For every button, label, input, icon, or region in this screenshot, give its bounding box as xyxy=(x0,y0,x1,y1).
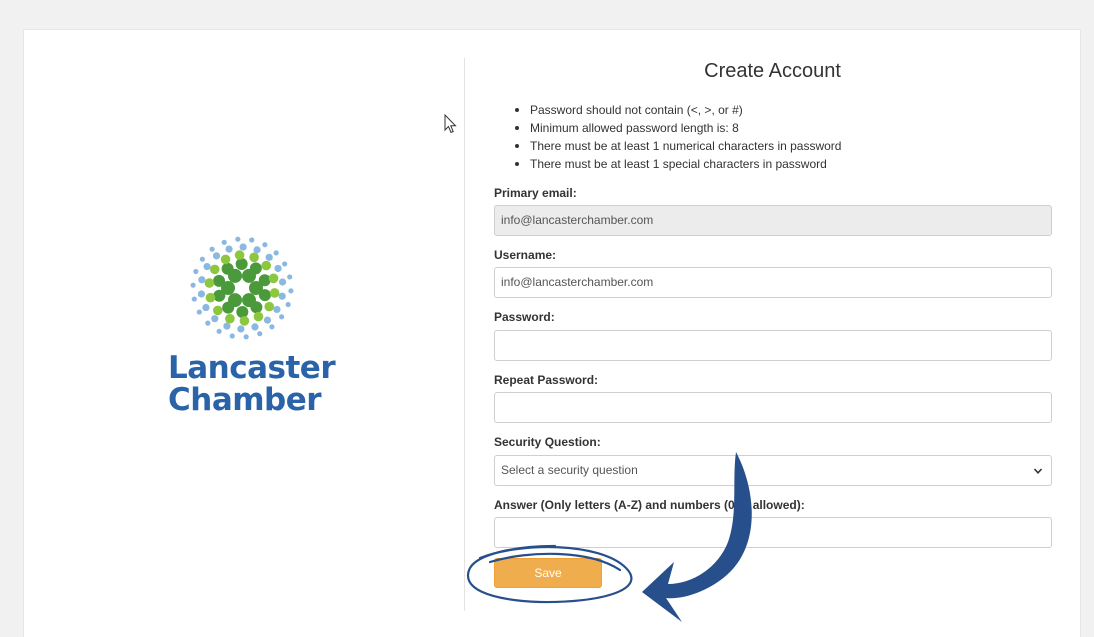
logo-dot xyxy=(205,292,216,303)
logo-dot xyxy=(196,309,202,315)
logo-dot xyxy=(197,290,206,298)
logo-dot xyxy=(212,252,221,260)
logo-dot xyxy=(274,264,282,273)
password-rule: There must be at least 1 special charact… xyxy=(514,155,841,173)
logo-dot xyxy=(222,301,235,314)
logo-dot xyxy=(239,243,247,251)
logo-dot xyxy=(202,303,210,312)
logo-dot xyxy=(269,324,275,330)
logo-dot xyxy=(261,260,272,271)
logo-dot xyxy=(234,250,245,260)
logo-dot xyxy=(278,292,286,300)
logo-dot xyxy=(253,311,264,322)
logo-line-2: Chamber xyxy=(168,382,322,418)
vertical-divider xyxy=(464,58,465,611)
logo-dot xyxy=(213,274,226,287)
page-title: Create Account xyxy=(704,60,841,82)
repeat-password-field[interactable] xyxy=(494,392,1052,423)
logo-dot xyxy=(282,261,288,267)
logo-dot xyxy=(257,331,263,337)
logo-dot xyxy=(216,328,222,334)
password-rule: Minimum allowed password length is: 8 xyxy=(514,119,841,137)
logo-dot xyxy=(249,252,259,263)
logo-dot xyxy=(190,282,196,288)
logo-dot xyxy=(235,236,241,242)
logo-dot xyxy=(288,288,294,294)
answer-field[interactable] xyxy=(494,517,1052,548)
logo-dot xyxy=(250,301,263,314)
logo-dot xyxy=(235,258,248,270)
password-label: Password: xyxy=(494,310,555,324)
logo-dot xyxy=(239,316,250,326)
logo-dot xyxy=(204,278,215,288)
logo-line-1: Lancaster xyxy=(168,350,336,386)
logo-dot xyxy=(193,268,199,275)
username-label: Username: xyxy=(494,248,557,262)
logo-dot xyxy=(264,301,275,312)
logo-dot xyxy=(251,323,259,331)
chevron-down-icon xyxy=(1033,468,1043,474)
logo-dot xyxy=(258,289,271,302)
repeat-password-label: Repeat Password: xyxy=(494,373,599,387)
logo-dot xyxy=(205,320,211,326)
mouse-pointer-icon xyxy=(444,114,457,134)
lancaster-chamber-logo-mark xyxy=(190,236,294,340)
logo-dot xyxy=(225,313,235,324)
logo-dot xyxy=(229,333,235,339)
logo-dot xyxy=(223,322,231,330)
logo-dot xyxy=(278,278,287,286)
logo-dot xyxy=(199,256,205,262)
logo-dot xyxy=(221,262,234,275)
logo-dot xyxy=(285,301,291,308)
logo-dot xyxy=(237,325,245,333)
logo-dot xyxy=(236,306,249,318)
password-rule: There must be at least 1 numerical chara… xyxy=(514,137,841,155)
password-rules-list: Password should not contain (<, >, or #)… xyxy=(514,101,841,173)
primary-email-label: Primary email: xyxy=(494,186,577,200)
logo-dot xyxy=(263,316,272,324)
logo-dot xyxy=(273,305,281,314)
logo-dot xyxy=(221,239,227,245)
logo-dot xyxy=(209,246,215,252)
password-field[interactable] xyxy=(494,330,1052,361)
username-field[interactable]: info@lancasterchamber.com xyxy=(494,267,1052,298)
security-question-label: Security Question: xyxy=(494,435,601,449)
logo-dot xyxy=(249,262,262,275)
primary-email-field: info@lancasterchamber.com xyxy=(494,205,1052,236)
logo-dot xyxy=(268,273,279,284)
logo-dot xyxy=(212,305,223,316)
logo-dot xyxy=(213,289,226,302)
password-rule: Password should not contain (<, >, or #) xyxy=(514,101,841,119)
logo-dot xyxy=(265,253,273,261)
logo-dot xyxy=(243,334,249,340)
logo-dot xyxy=(269,288,280,298)
security-question-select[interactable]: Select a security question xyxy=(494,455,1052,486)
logo-dot xyxy=(273,250,279,256)
logo-dot xyxy=(209,264,220,275)
logo-dot xyxy=(220,254,231,265)
logo-dot xyxy=(191,296,197,302)
logo-dot xyxy=(253,246,261,254)
logo-dot xyxy=(258,274,271,287)
logo-dot xyxy=(211,315,219,323)
logo-dot xyxy=(262,242,268,248)
save-button[interactable]: Save xyxy=(494,558,602,588)
logo-dot xyxy=(287,274,293,280)
logo-dot xyxy=(249,237,255,243)
logo-dot xyxy=(279,314,285,320)
lancaster-chamber-logo-text: Lancaster Chamber xyxy=(168,350,336,418)
logo-dot xyxy=(203,262,211,271)
answer-label: Answer (Only letters (A-Z) and numbers (… xyxy=(494,498,805,512)
logo-dot xyxy=(225,245,233,253)
logo-dot xyxy=(198,276,206,284)
security-question-selected: Select a security question xyxy=(501,463,638,477)
